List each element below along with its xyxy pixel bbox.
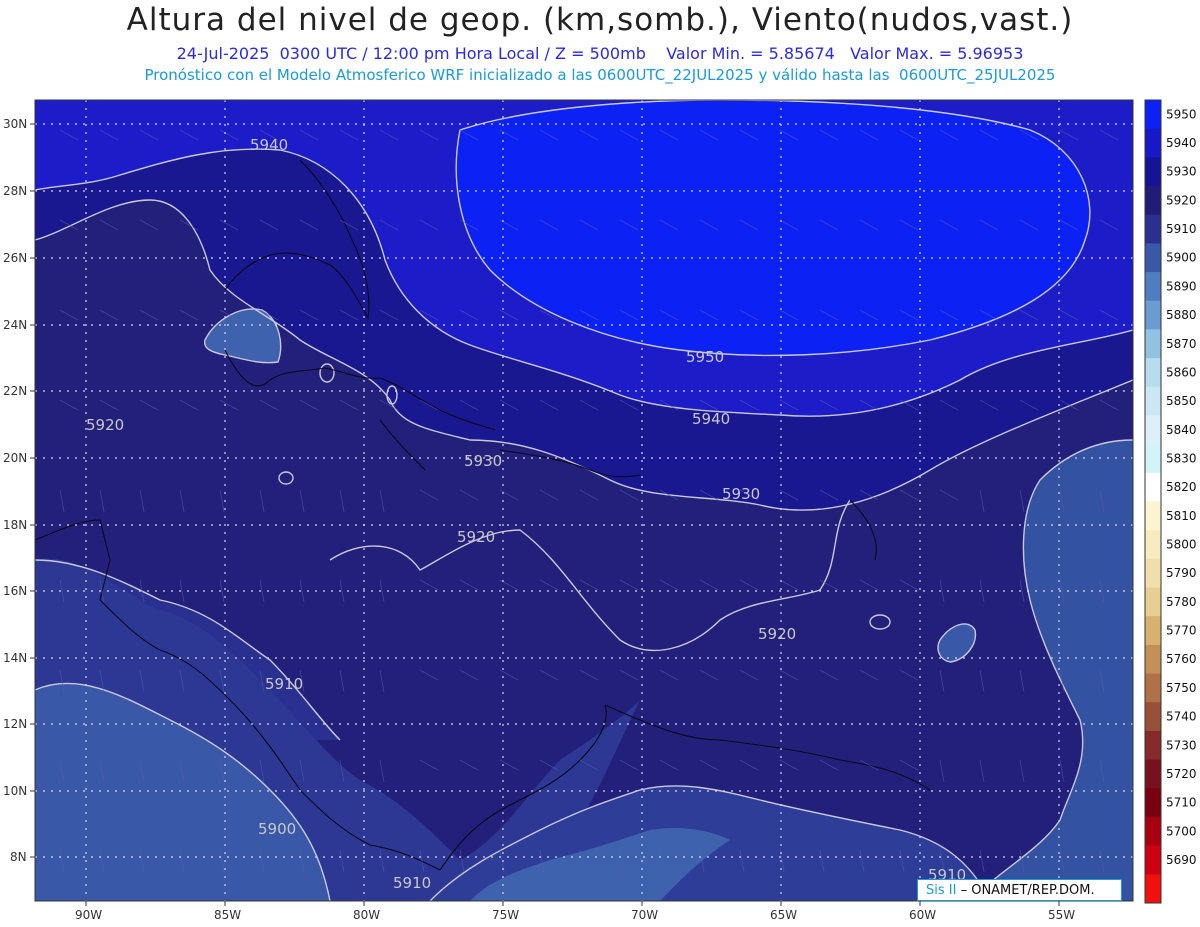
lon-label: 65W <box>770 908 797 922</box>
colorbar-label: 5890 <box>1166 279 1197 293</box>
colorbar-swatch <box>1145 702 1161 732</box>
colorbar-swatch <box>1145 300 1161 330</box>
colorbar-swatch <box>1145 272 1161 302</box>
lon-label: 80W <box>353 908 380 922</box>
colorbar-label: 5940 <box>1166 136 1197 150</box>
colorbar: 5950 5940 5930 5920 5910 5900 5890 5880 5870 5860… <box>1144 99 1197 904</box>
lon-label: 55W <box>1048 908 1075 922</box>
colorbar-label: 5700 <box>1166 824 1197 838</box>
contour-label: 5940 <box>692 410 730 428</box>
lat-label: 12N <box>3 717 27 731</box>
colorbar-swatch <box>1145 386 1161 416</box>
colorbar-label: 5850 <box>1166 394 1197 408</box>
contour-label: 5940 <box>250 136 288 154</box>
colorbar-label: 5860 <box>1166 365 1197 379</box>
colorbar-label: 5910 <box>1166 222 1197 236</box>
lat-label: 10N <box>3 784 27 798</box>
colorbar-swatch <box>1145 444 1161 474</box>
colorbar-label: 5820 <box>1166 480 1197 494</box>
colorbar-label: 5770 <box>1166 624 1197 638</box>
lon-label: 90W <box>75 908 102 922</box>
lat-label: 8N <box>10 850 27 864</box>
colorbar-label: 5930 <box>1166 165 1197 179</box>
colorbar-label: 5880 <box>1166 308 1197 322</box>
colorbar-label: 5920 <box>1166 193 1197 207</box>
colorbar-swatch <box>1145 788 1161 818</box>
colorbar-label: 5900 <box>1166 251 1197 265</box>
contour-label: 5950 <box>686 348 724 366</box>
colorbar-swatch <box>1145 415 1161 445</box>
lat-label: 22N <box>3 384 27 398</box>
colorbar-swatch <box>1145 616 1161 646</box>
colorbar-label: 5810 <box>1166 509 1197 523</box>
lat-label: 24N <box>3 318 27 332</box>
contour-label: 5930 <box>722 485 760 503</box>
credit-lead: Sis II <box>926 883 957 898</box>
lat-label: 28N <box>3 184 27 198</box>
lat-label: 30N <box>3 117 27 131</box>
contour-label: 5920 <box>457 528 495 546</box>
colorbar-swatch <box>1145 100 1161 130</box>
colorbar-swatch <box>1145 558 1161 589</box>
contour-label: 5910 <box>393 874 431 892</box>
contour-label: 5910 <box>265 675 303 693</box>
lon-label: 75W <box>492 908 519 922</box>
colorbar-label: 5870 <box>1166 337 1197 351</box>
colorbar-swatch <box>1145 186 1161 216</box>
colorbar-label: 5830 <box>1166 451 1197 465</box>
colorbar-swatch <box>1145 845 1161 875</box>
colorbar-swatch <box>1145 673 1161 703</box>
colorbar-swatch <box>1145 472 1161 502</box>
colorbar-swatch <box>1145 874 1161 904</box>
colorbar-swatch <box>1145 214 1161 244</box>
contour-label: 5930 <box>464 452 502 470</box>
colorbar-label: 5790 <box>1166 566 1197 580</box>
lat-label: 26N <box>3 251 27 265</box>
colorbar-label: 5950 <box>1166 107 1197 121</box>
colorbar-label: 5690 <box>1166 853 1197 867</box>
colorbar-label: 5760 <box>1166 652 1197 666</box>
lon-label: 60W <box>909 908 936 922</box>
colorbar-swatch <box>1145 730 1161 761</box>
colorbar-swatch <box>1145 530 1161 560</box>
colorbar-label: 5750 <box>1166 681 1197 695</box>
contour-label: 5920 <box>86 416 124 434</box>
colorbar-swatch <box>1145 128 1161 158</box>
colorbar-label: 5740 <box>1166 710 1197 724</box>
colorbar-label: 5720 <box>1166 767 1197 781</box>
colorbar-swatch <box>1145 644 1161 675</box>
colorbar-swatch <box>1145 358 1161 388</box>
contour-label: 5900 <box>258 820 296 838</box>
lon-label: 85W <box>214 908 241 922</box>
colorbar-label: 5780 <box>1166 595 1197 609</box>
lat-label: 14N <box>3 651 27 665</box>
colorbar-label: 5800 <box>1166 538 1197 552</box>
colorbar-swatch <box>1145 759 1161 789</box>
colorbar-label: 5730 <box>1166 738 1197 752</box>
lat-label: 18N <box>3 518 27 532</box>
contour-label: 5920 <box>758 625 796 643</box>
lat-label: 20N <box>3 451 27 465</box>
colorbar-label: 5840 <box>1166 423 1197 437</box>
credit-box: Sis II – ONAMET/REP.DOM. <box>917 879 1122 901</box>
geopotential-fill: 5940 5950 5940 5930 5930 5920 5920 5920 … <box>35 100 1133 901</box>
colorbar-swatch <box>1145 157 1161 187</box>
colorbar-label: 5710 <box>1166 796 1197 810</box>
colorbar-swatch <box>1145 329 1161 359</box>
lon-label: 70W <box>631 908 658 922</box>
credit-text: – ONAMET/REP.DOM. <box>960 883 1095 898</box>
colorbar-swatch <box>1145 501 1161 531</box>
lat-label: 16N <box>3 584 27 598</box>
latitude-axis: 30N 28N 26N 24N 22N 20N 18N 16N 14N 12N … <box>3 117 35 864</box>
longitude-axis: 90W 85W 80W 75W 70W 65W 60W 55W <box>75 901 1075 922</box>
colorbar-swatch <box>1145 587 1161 617</box>
weather-map: 5940 5950 5940 5930 5930 5920 5920 5920 … <box>3 99 1197 922</box>
colorbar-swatch <box>1145 243 1161 273</box>
colorbar-swatch <box>1145 816 1161 847</box>
